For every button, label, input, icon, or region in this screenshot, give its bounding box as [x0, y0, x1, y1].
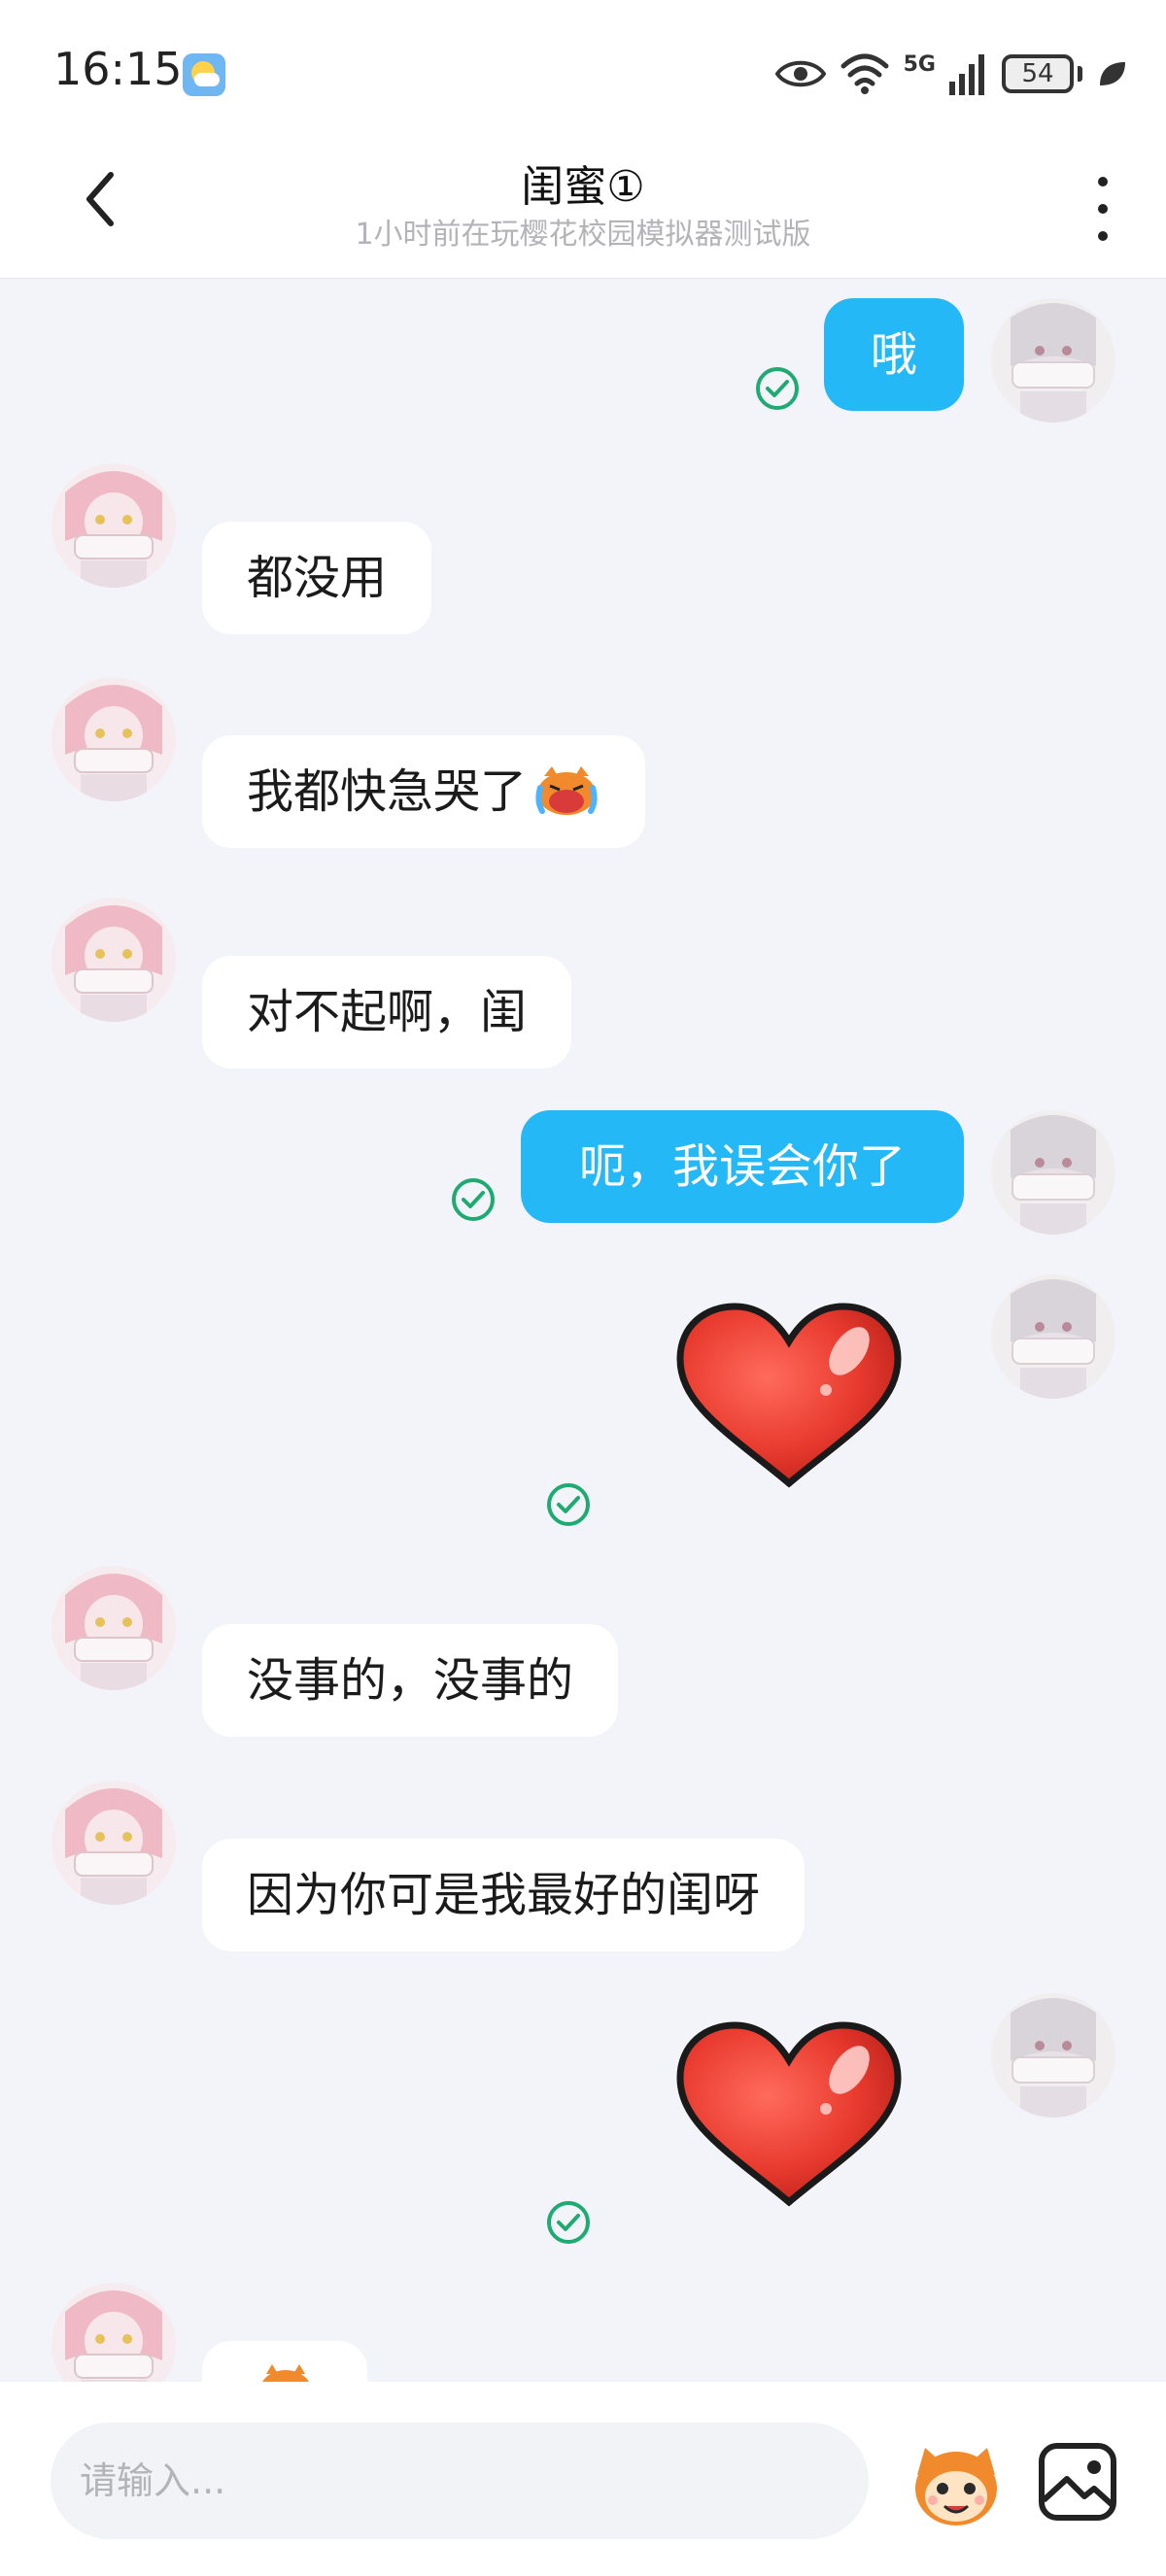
message-text: 我都快急哭了	[247, 764, 528, 819]
more-options-button[interactable]	[1079, 175, 1127, 243]
battery-icon: 54	[1002, 54, 1074, 93]
avatar-self[interactable]	[991, 1993, 1115, 2118]
signal-icon	[949, 54, 984, 95]
status-time: 16:15	[53, 43, 183, 95]
avatar-self[interactable]	[991, 1274, 1115, 1399]
avatar-self[interactable]	[991, 1110, 1115, 1235]
avatar-self[interactable]	[991, 298, 1115, 423]
chat-screen: 16:15 5G 54 闺蜜① 1小时前在玩樱花校园模拟器测试版 哦 都没用 我…	[0, 0, 1166, 2576]
sent-check-icon	[547, 2201, 590, 2244]
message-bubble-incoming[interactable]: 因为你可是我最好的闺呀	[202, 1839, 806, 1951]
chat-header: 闺蜜① 1小时前在玩樱花校园模拟器测试版	[0, 146, 1166, 279]
message-input[interactable]	[51, 2423, 869, 2539]
status-icons: 5G 54	[774, 49, 1127, 99]
status-bar: 16:15 5G 54	[0, 0, 1166, 146]
message-bubble-incoming[interactable]: 对不起啊，闺	[202, 956, 572, 1068]
network-type-label: 5G	[903, 51, 936, 77]
chat-subtitle: 1小时前在玩樱花校园模拟器测试版	[355, 218, 811, 252]
avatar-friend[interactable]	[51, 677, 176, 801]
heart-sticker[interactable]	[672, 2017, 906, 2212]
eye-icon	[774, 60, 826, 87]
battery-level: 54	[1021, 59, 1054, 88]
message-bubble-incoming[interactable]: 都没用	[202, 522, 432, 634]
input-bar	[0, 2382, 1166, 2576]
battery-tip	[1078, 66, 1082, 82]
avatar-friend[interactable]	[51, 2283, 176, 2382]
heart-sticker[interactable]	[672, 1299, 906, 1493]
sent-check-icon	[756, 367, 799, 410]
weather-icon	[183, 53, 225, 96]
crying-face-emoji-icon	[535, 766, 598, 815]
wifi-icon	[840, 53, 889, 94]
avatar-friend[interactable]	[51, 1780, 176, 1905]
message-bubble-incoming[interactable]: 我都快急哭了	[202, 735, 646, 848]
chat-title: 闺蜜①	[521, 162, 645, 212]
sent-check-icon	[452, 1178, 495, 1221]
message-bubble-outgoing[interactable]: 呃，我误会你了	[521, 1110, 964, 1223]
image-picker-icon[interactable]	[1034, 2438, 1121, 2525]
message-list[interactable]: 哦 都没用 我都快急哭了 对不起啊，闺 呃，我误会你了 没事的，没事的 因为你可…	[0, 279, 1166, 2382]
avatar-friend[interactable]	[51, 1566, 176, 1690]
avatar-friend[interactable]	[51, 898, 176, 1022]
emoji-sticker-button-icon[interactable]	[904, 2430, 1009, 2535]
leaf-icon	[1100, 62, 1125, 85]
message-bubble-incoming[interactable]	[202, 2341, 367, 2382]
emoji-sticker-icon	[262, 2364, 309, 2382]
avatar-friend[interactable]	[51, 463, 176, 588]
sent-check-icon	[547, 1483, 590, 1526]
message-bubble-incoming[interactable]: 没事的，没事的	[202, 1624, 619, 1737]
message-bubble-outgoing[interactable]: 哦	[824, 298, 964, 411]
